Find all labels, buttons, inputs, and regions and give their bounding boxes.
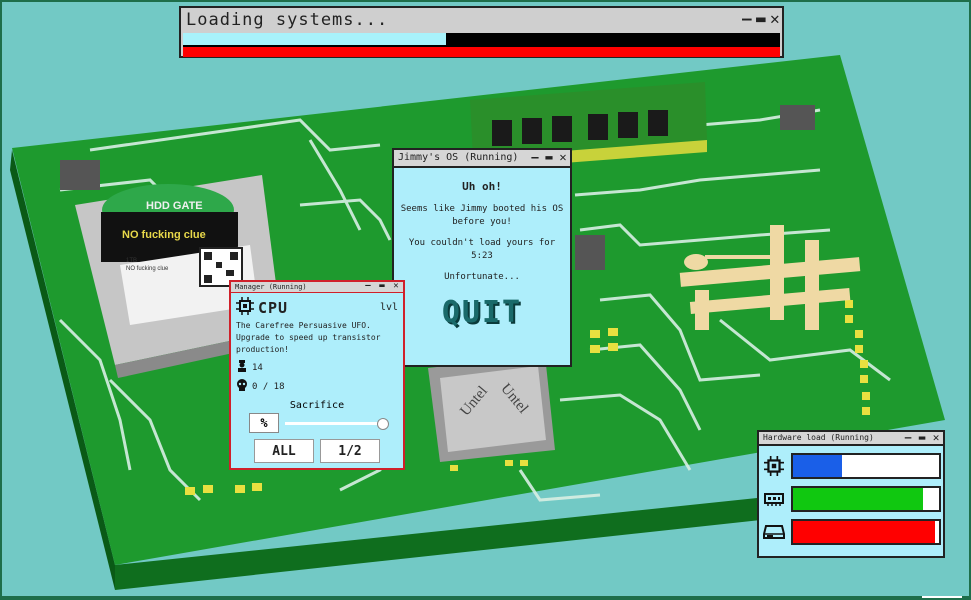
level-label: lvl <box>379 302 398 313</box>
sacrifice-all-button[interactable]: ALL <box>254 439 314 463</box>
cpu-icon <box>763 455 785 477</box>
percent-toggle[interactable]: % <box>249 413 279 433</box>
cpu-icon <box>236 297 254 318</box>
hardware-row-hdd <box>763 519 941 545</box>
sacrifice-half-button[interactable]: 1/2 <box>320 439 380 463</box>
maximize-button[interactable]: ▬ <box>377 282 387 291</box>
loading-progress-bar <box>183 33 780 45</box>
hdd-line-2: NO fucking clue <box>126 266 169 272</box>
jimmy-titlebar[interactable]: Jimmy's OS (Running) – ▬ ✕ <box>394 150 570 168</box>
jimmy-timer: 5:23 <box>471 251 493 261</box>
ram-icon <box>763 488 785 510</box>
cpu-load-bar <box>790 453 941 479</box>
hdd-brand-text: HDD GATE <box>146 200 203 212</box>
loading-window: Loading systems... – ▬ ✕ <box>179 6 784 58</box>
hdd-line-1: 1TB <box>126 258 137 264</box>
jimmy-message-3: Unfortunate... <box>444 272 520 282</box>
maximize-button[interactable]: ▬ <box>917 432 927 443</box>
jimmy-title: Jimmy's OS (Running) <box>398 152 519 163</box>
hardware-row-ram <box>763 486 941 512</box>
sacrifice-label: Sacrifice <box>289 400 345 411</box>
quit-button[interactable]: QUIT <box>436 294 528 331</box>
ram-load-bar <box>790 486 941 512</box>
sacrifice-slider[interactable] <box>285 417 389 430</box>
taskbar-fragment <box>922 596 962 600</box>
manager-title: Manager (Running) <box>235 283 307 291</box>
jimmy-heading: Uh oh! <box>462 180 502 193</box>
minimize-button[interactable]: – <box>903 432 913 443</box>
loading-title: Loading systems... <box>186 10 389 30</box>
worker-icon <box>236 360 248 375</box>
close-button[interactable]: ✕ <box>770 8 780 30</box>
manager-titlebar[interactable]: Manager (Running) – ▬ ✕ <box>231 282 403 293</box>
cpu-load-fill <box>792 455 843 477</box>
cpu-description: The Carefree Persuasive UFO. Upgrade to … <box>236 321 381 354</box>
minimize-button[interactable]: – <box>742 8 752 30</box>
jimmy-os-window: Jimmy's OS (Running) – ▬ ✕ Uh oh! Seems … <box>392 148 572 367</box>
hdd-load-fill <box>793 521 935 543</box>
hardware-load-window: Hardware load (Running) – ▬ ✕ <box>757 430 945 558</box>
manager-window: Manager (Running) – ▬ ✕ CPU lvl The Care… <box>229 280 405 470</box>
minimize-button[interactable]: – <box>530 150 540 165</box>
hardware-titlebar[interactable]: Hardware load (Running) – ▬ ✕ <box>759 432 943 446</box>
close-button[interactable]: ✕ <box>558 150 568 165</box>
cpu-label: CPU <box>258 298 289 317</box>
hdd-load-bar <box>791 519 941 545</box>
loading-progress-fill <box>183 33 446 45</box>
loading-error-bar <box>183 45 780 57</box>
hardware-title: Hardware load (Running) <box>763 433 874 442</box>
slider-knob[interactable] <box>377 417 389 430</box>
worker-count: 14 <box>252 362 263 373</box>
hardware-row-cpu <box>763 453 941 479</box>
skull-icon <box>236 379 248 394</box>
jimmy-message-1: Seems like Jimmy booted his OS before yo… <box>400 204 564 227</box>
minimize-button[interactable]: – <box>363 282 373 291</box>
maximize-button[interactable]: ▬ <box>756 8 766 30</box>
close-button[interactable]: ✕ <box>391 282 401 291</box>
maximize-button[interactable]: ▬ <box>544 150 554 165</box>
ram-load-fill <box>792 488 923 510</box>
hdd-icon <box>763 521 785 543</box>
jimmy-message-2: You couldn't load yours for <box>408 238 556 248</box>
hdd-sticker-text: NO fucking clue <box>122 229 206 241</box>
loading-titlebar[interactable]: Loading systems... – ▬ ✕ <box>181 8 782 32</box>
death-count: 0 / 18 <box>252 381 285 392</box>
close-button[interactable]: ✕ <box>931 432 941 443</box>
